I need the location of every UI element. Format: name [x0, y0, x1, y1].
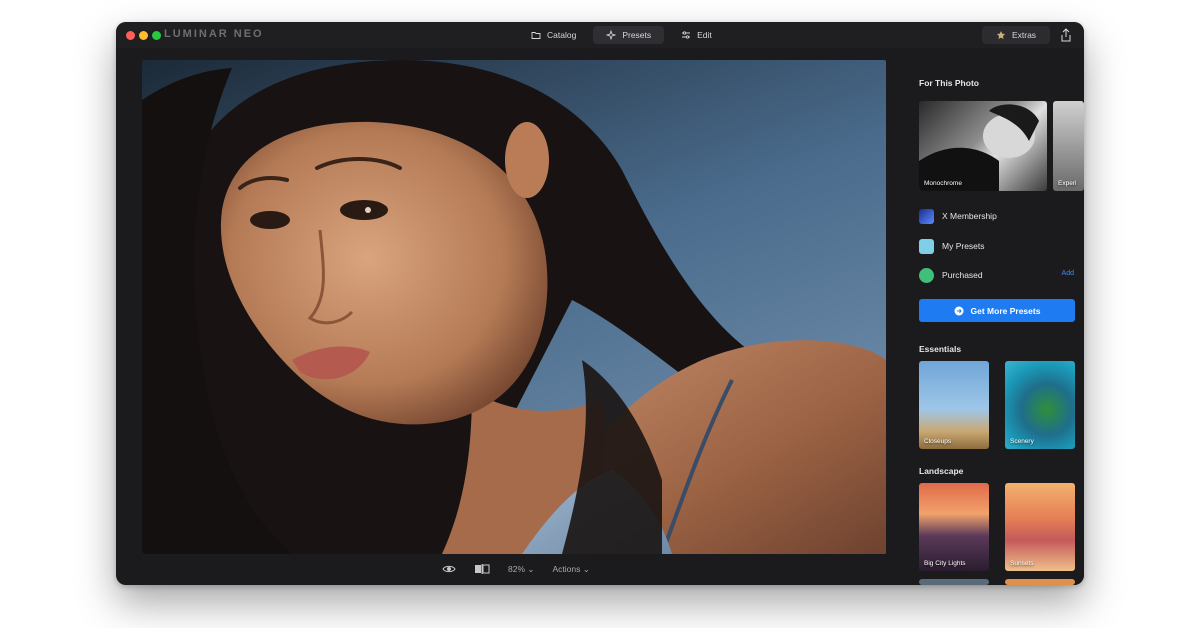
arrow-circle-icon	[954, 306, 964, 315]
tab-catalog-label: Catalog	[547, 30, 577, 40]
collection-label: Purchased	[942, 270, 983, 280]
preset-card-big-city-lights[interactable]: Big City Lights	[919, 483, 989, 571]
close-window-button[interactable]	[126, 31, 135, 40]
preset-card-label: Sunsets	[1010, 560, 1034, 567]
collection-label: X Membership	[942, 211, 997, 221]
preset-card-label: Big City Lights	[924, 560, 966, 567]
title-bar: LUMINAR NEO Catalog Presets Edit Extras	[116, 22, 1084, 48]
portrait-image	[142, 60, 886, 554]
section-title-essentials: Essentials	[919, 344, 962, 354]
app-logo: LUMINAR NEO	[164, 28, 264, 40]
preset-card-monochrome[interactable]: Monochrome	[919, 101, 1047, 191]
x-membership-icon	[919, 208, 934, 224]
preset-card-label: Experi	[1058, 180, 1077, 187]
get-more-presets-label: Get More Presets	[970, 305, 1041, 316]
eye-icon[interactable]	[442, 564, 456, 574]
preset-card-partial[interactable]	[919, 579, 989, 585]
preset-card-sunsets[interactable]: Sunsets	[1005, 483, 1075, 571]
share-icon[interactable]	[1060, 28, 1072, 42]
tab-presets-label: Presets	[622, 30, 652, 40]
preset-card-closeups[interactable]: Closeups	[919, 361, 989, 449]
tab-edit[interactable]: Edit	[668, 26, 725, 44]
preset-card-experimental[interactable]: Experi	[1053, 101, 1084, 191]
zoom-window-button[interactable]	[152, 31, 161, 40]
preset-card-label: Scenery	[1010, 438, 1034, 445]
photo-canvas[interactable]	[142, 60, 886, 554]
purchased-icon	[919, 267, 934, 283]
chevron-down-icon: ⌄	[527, 563, 535, 574]
section-title-for-this-photo: For This Photo	[919, 78, 979, 88]
collection-label: My Presets	[942, 241, 985, 251]
section-title-landscape: Landscape	[919, 466, 964, 476]
main-nav: Catalog Presets Edit	[518, 26, 725, 44]
chevron-down-icon: ⌄	[582, 563, 590, 574]
sliders-icon	[682, 31, 691, 39]
sparkle-icon	[606, 30, 617, 40]
extras-label: Extras	[1011, 30, 1037, 40]
monochrome-thumbnail	[919, 104, 1039, 191]
preset-card-partial[interactable]	[1005, 579, 1075, 585]
viewer-toolbar: 82% ⌄ Actions ⌄	[442, 562, 590, 576]
actions-dropdown[interactable]: Actions ⌄	[553, 564, 590, 575]
folder-icon	[531, 32, 541, 39]
collection-purchased[interactable]: Purchased	[919, 266, 1077, 284]
preset-card-label: Monochrome	[924, 180, 962, 187]
collection-my-presets[interactable]: My Presets	[919, 237, 1077, 255]
preset-card-scenery[interactable]: Scenery	[1005, 361, 1075, 449]
actions-label: Actions	[552, 563, 581, 574]
collection-x-membership[interactable]: X Membership	[919, 207, 1077, 225]
presets-panel: For This Photo Monochrome Experi X Membe…	[912, 48, 1084, 585]
tab-edit-label: Edit	[697, 30, 712, 40]
zoom-value: 82%	[508, 563, 526, 574]
compare-icon[interactable]	[474, 564, 490, 574]
my-presets-icon	[919, 238, 934, 254]
extras-star-icon	[996, 31, 1005, 39]
tab-presets[interactable]: Presets	[593, 26, 665, 44]
app-window: LUMINAR NEO Catalog Presets Edit Extras	[116, 22, 1084, 585]
tab-catalog[interactable]: Catalog	[518, 26, 589, 44]
zoom-dropdown[interactable]: 82% ⌄	[508, 564, 535, 575]
extras-button[interactable]: Extras	[982, 26, 1050, 44]
add-link[interactable]: Add	[1062, 270, 1074, 277]
preset-card-label: Closeups	[924, 438, 952, 445]
minimize-window-button[interactable]	[139, 31, 148, 40]
get-more-presets-button[interactable]: Get More Presets	[919, 299, 1075, 322]
